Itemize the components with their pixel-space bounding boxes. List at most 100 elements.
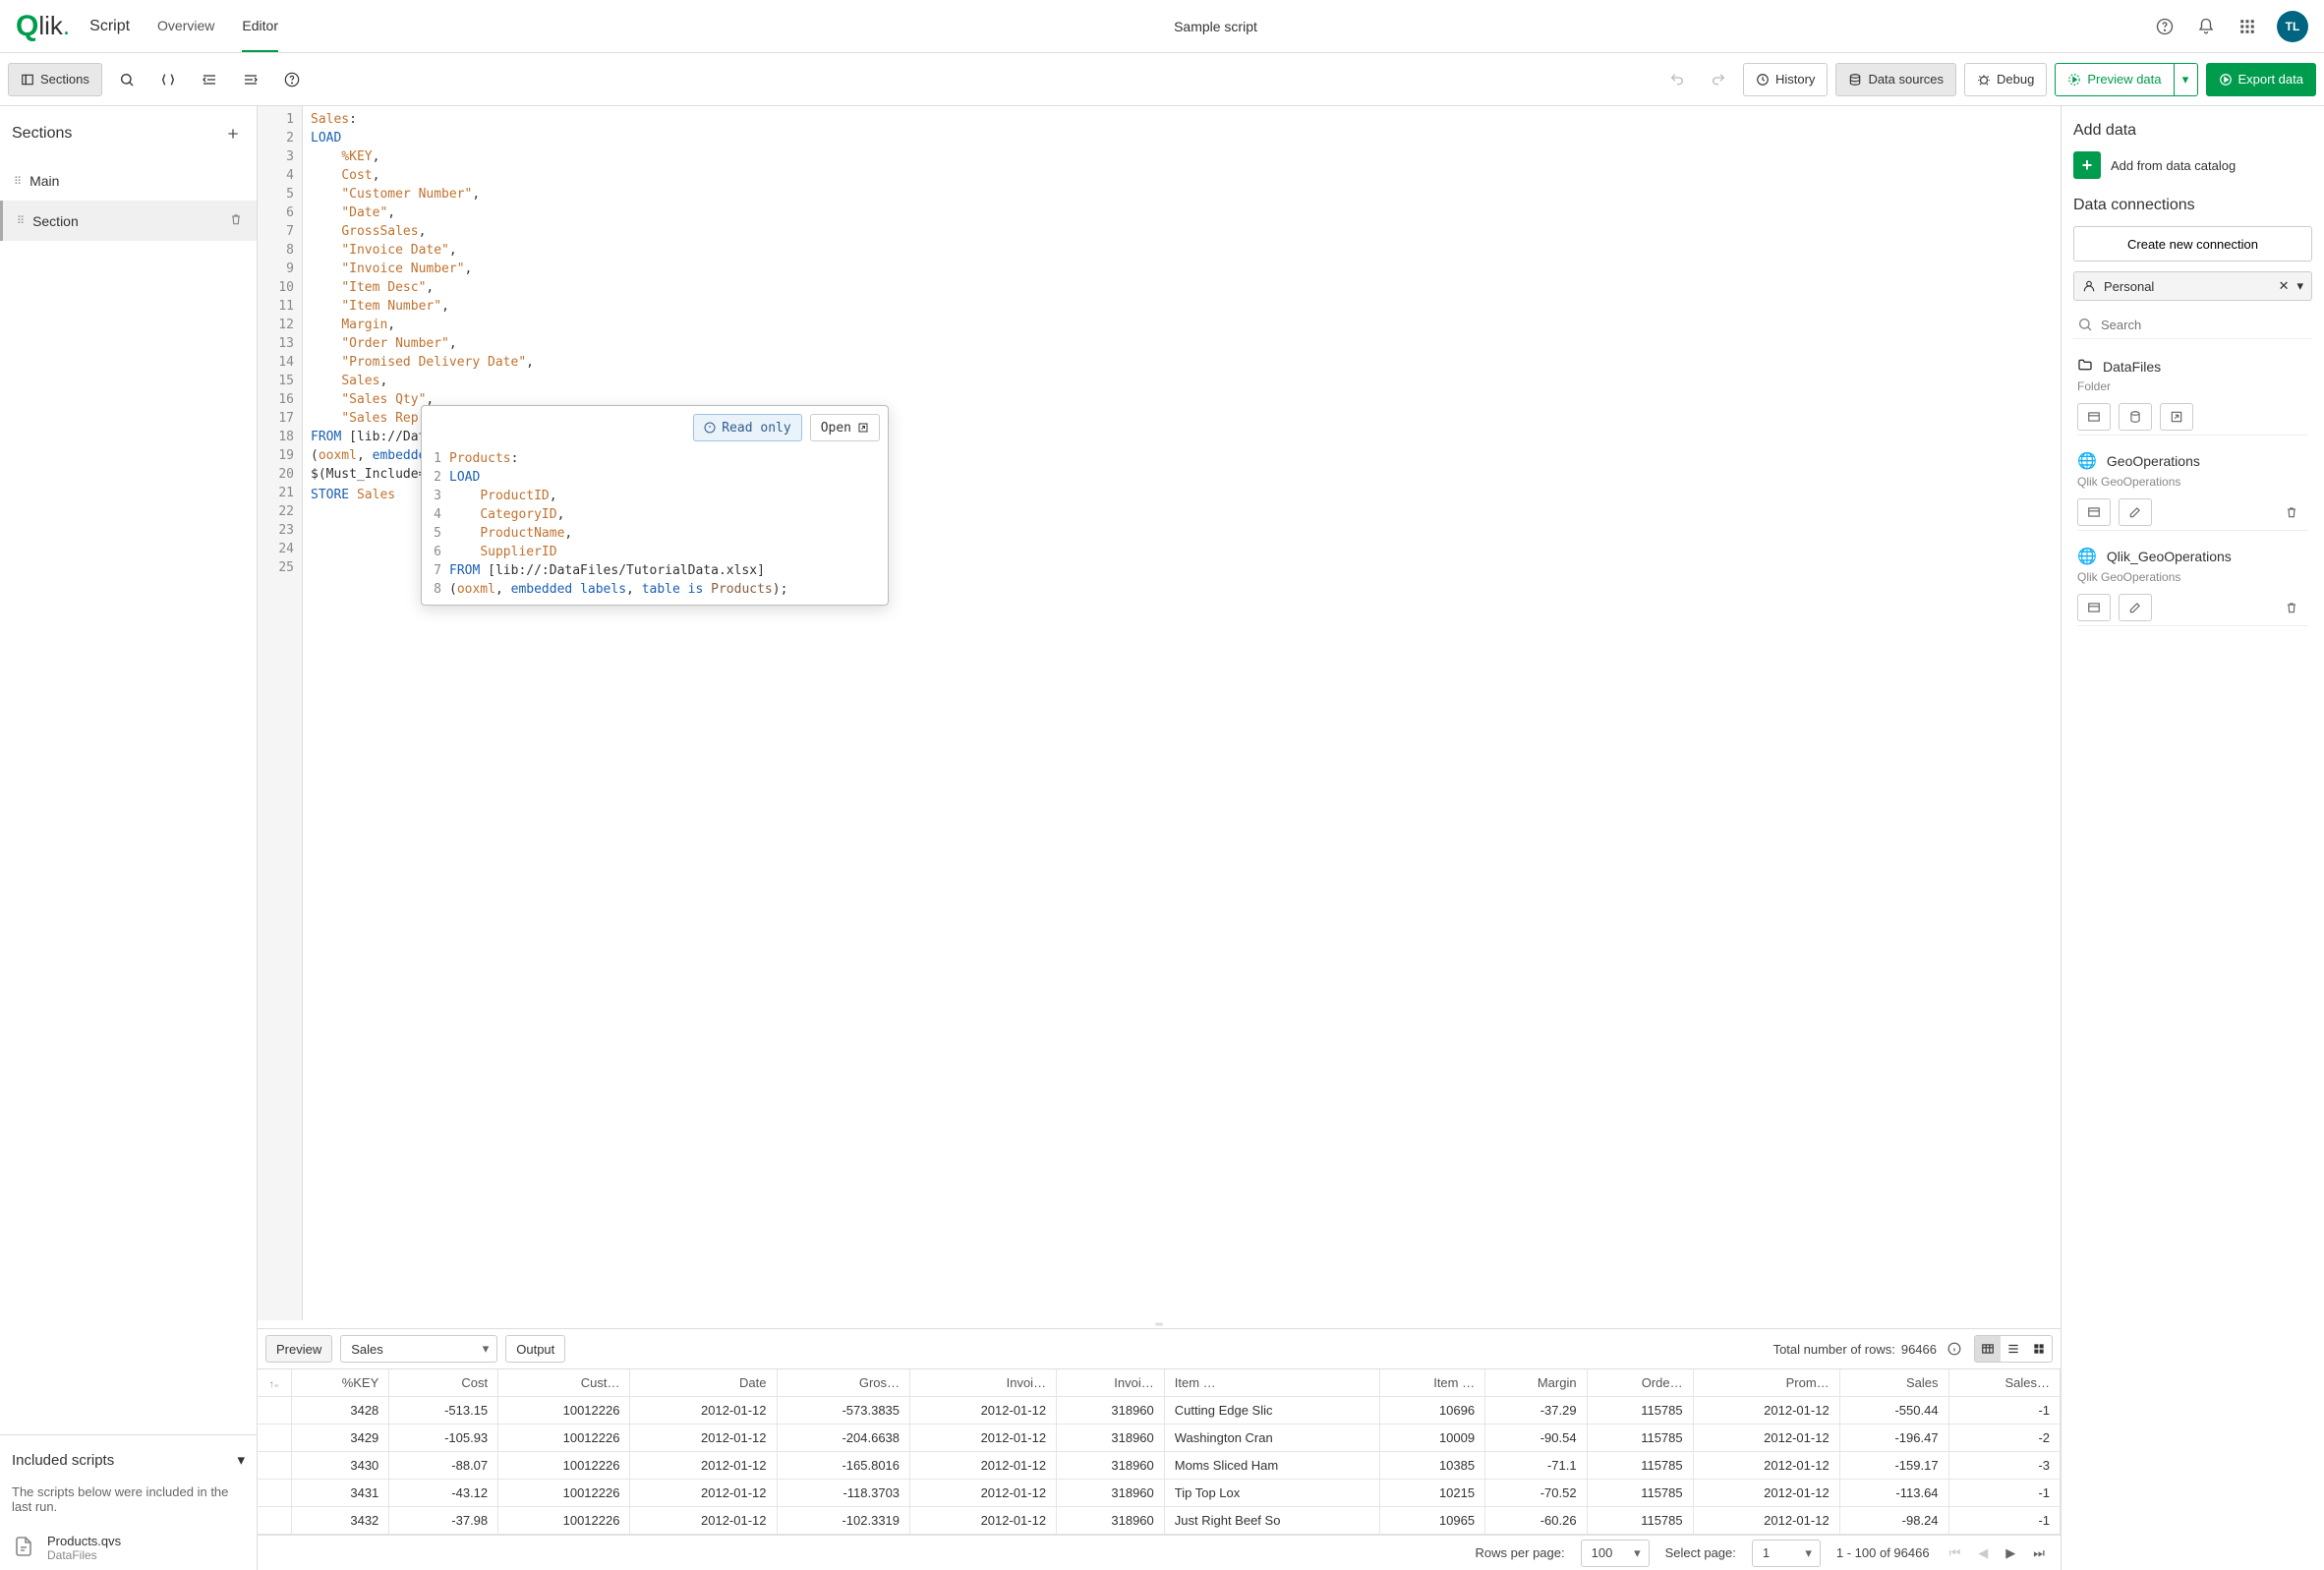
table-row[interactable]: 3429-105.93100122262012-01-12-204.663820… [258, 1425, 2061, 1452]
indent-button[interactable] [234, 63, 267, 96]
chevron-down-icon[interactable]: ▾ [2296, 278, 2303, 294]
add-data-title: Add data [2073, 122, 2312, 140]
included-scripts-description: The scripts below were included in the l… [0, 1484, 257, 1526]
open-button[interactable]: Open [810, 414, 880, 441]
data-table[interactable]: ↑₌%KEYCostCust…DateGros…Invoi…Invoi…Item… [258, 1368, 2061, 1535]
section-item[interactable]: ⠿ Section [0, 201, 257, 241]
drag-handle-icon[interactable]: ⠿ [17, 214, 23, 227]
sections-toggle-button[interactable]: Sections [8, 63, 102, 96]
select-data-button[interactable] [2077, 403, 2111, 431]
table-row[interactable]: 3432-37.98100122262012-01-12-102.3319201… [258, 1507, 2061, 1535]
tab-editor[interactable]: Editor [242, 1, 278, 52]
history-button[interactable]: History [1743, 63, 1828, 96]
toolbar-help-button[interactable] [275, 63, 309, 96]
column-header[interactable]: Cost [389, 1369, 498, 1397]
column-header[interactable]: Sales… [1948, 1369, 2060, 1397]
rows-per-page-select[interactable]: 100 [1581, 1540, 1650, 1567]
create-connection-button[interactable]: Create new connection [2073, 226, 2312, 262]
data-sources-button[interactable]: Data sources [1835, 63, 1956, 96]
undo-button[interactable] [1660, 63, 1694, 96]
data-connections-title: Data connections [2073, 197, 2312, 214]
table-row[interactable]: 3430-88.07100122262012-01-12-165.8016201… [258, 1452, 2061, 1480]
rows-per-page-label: Rows per page: [1476, 1545, 1565, 1560]
outdent-button[interactable] [193, 63, 226, 96]
connection-type: Qlik GeoOperations [2077, 471, 2308, 494]
connection-name: DataFiles [2103, 359, 2161, 375]
export-data-button[interactable]: Export data [2206, 63, 2317, 96]
column-header[interactable]: Cust… [498, 1369, 630, 1397]
column-header[interactable]: Sales [1839, 1369, 1948, 1397]
bell-icon[interactable] [2194, 15, 2218, 38]
page-select[interactable]: 1 [1752, 1540, 1821, 1567]
view-grid-button[interactable] [2026, 1336, 2052, 1362]
editor-area: 1234567891011121314151617181920212223242… [258, 106, 2061, 1570]
space-selector[interactable]: Personal ✕ ▾ [2073, 271, 2312, 301]
section-label: Section [32, 213, 79, 229]
column-header[interactable]: Orde… [1587, 1369, 1693, 1397]
column-header[interactable]: Invoi… [910, 1369, 1057, 1397]
open-connection-button[interactable] [2160, 403, 2193, 431]
script-name: Sample script [278, 19, 2153, 34]
column-header[interactable]: Gros… [777, 1369, 910, 1397]
resize-handle[interactable]: ═ [258, 1320, 2061, 1328]
apps-grid-icon[interactable] [2236, 15, 2259, 38]
debug-button[interactable]: Debug [1964, 63, 2047, 96]
left-panel: Sections ⠿ Main ⠿ Section Included scrip… [0, 106, 258, 1570]
table-footer: Rows per page: 100 Select page: 1 1 - 10… [258, 1535, 2061, 1570]
included-file-item[interactable]: Products.qvs DataFiles [0, 1526, 257, 1570]
preview-button[interactable]: Preview [265, 1335, 332, 1363]
section-label: Main [29, 173, 59, 189]
preview-data-button[interactable]: Preview data [2055, 63, 2174, 96]
view-list-button[interactable] [2001, 1336, 2026, 1362]
delete-icon[interactable] [229, 212, 243, 229]
table-row[interactable]: 3428-513.15100122262012-01-12-573.383520… [258, 1397, 2061, 1425]
app-header: Qlik. Script Overview Editor Sample scri… [0, 0, 2324, 53]
table-selector[interactable]: Sales [340, 1335, 497, 1363]
sort-icon[interactable]: ↑₌ [269, 1379, 279, 1390]
included-file-location: DataFiles [47, 1548, 121, 1562]
edit-connection-button[interactable] [2119, 594, 2152, 621]
add-section-button[interactable] [221, 122, 245, 145]
next-page-button[interactable]: ▶ [2002, 1543, 2019, 1563]
select-data-button[interactable] [2077, 498, 2111, 526]
last-page-button[interactable]: ⏭ [2029, 1543, 2049, 1563]
info-icon[interactable] [1943, 1337, 1966, 1361]
column-header[interactable]: %KEY [291, 1369, 389, 1397]
redo-button[interactable] [1702, 63, 1735, 96]
column-header[interactable]: Prom… [1693, 1369, 1839, 1397]
column-header[interactable]: Invoi… [1057, 1369, 1165, 1397]
column-header[interactable]: Date [630, 1369, 777, 1397]
prev-page-button[interactable]: ◀ [1974, 1543, 1992, 1563]
connection-type: Folder [2077, 376, 2308, 399]
clear-icon[interactable]: ✕ [2279, 278, 2290, 294]
avatar[interactable]: TL [2277, 11, 2308, 42]
globe-icon: 🌐 [2077, 451, 2097, 471]
edit-connection-button[interactable] [2119, 498, 2152, 526]
connection-name: Qlik_GeoOperations [2107, 549, 2232, 564]
column-header[interactable]: Margin [1485, 1369, 1587, 1397]
add-from-catalog-button[interactable]: + Add from data catalog [2073, 151, 2312, 179]
search-button[interactable] [110, 63, 144, 96]
file-icon [12, 1535, 35, 1561]
drag-handle-icon[interactable]: ⠿ [14, 175, 20, 188]
comment-button[interactable] [151, 63, 185, 96]
included-file-name: Products.qvs [47, 1534, 121, 1548]
code-editor[interactable]: 1234567891011121314151617181920212223242… [258, 106, 2061, 1320]
output-button[interactable]: Output [505, 1335, 565, 1363]
connection-search-input[interactable] [2101, 318, 2308, 332]
tab-overview[interactable]: Overview [157, 1, 214, 52]
column-header[interactable]: Item … [1379, 1369, 1484, 1397]
table-row[interactable]: 3431-43.12100122262012-01-12-118.3703201… [258, 1480, 2061, 1507]
help-icon[interactable] [2153, 15, 2177, 38]
preview-data-dropdown[interactable]: ▾ [2175, 63, 2198, 96]
delete-connection-button[interactable] [2275, 594, 2308, 621]
select-data-button[interactable] [2077, 594, 2111, 621]
insert-script-button[interactable] [2119, 403, 2152, 431]
chevron-down-icon[interactable]: ▾ [237, 1451, 245, 1469]
section-item[interactable]: ⠿ Main [0, 161, 257, 201]
logo[interactable]: Qlik. [16, 10, 70, 43]
view-table-button[interactable] [1975, 1336, 2001, 1362]
first-page-button[interactable]: ⏮ [1946, 1543, 1965, 1563]
delete-connection-button[interactable] [2275, 498, 2308, 526]
column-header[interactable]: Item … [1164, 1369, 1379, 1397]
